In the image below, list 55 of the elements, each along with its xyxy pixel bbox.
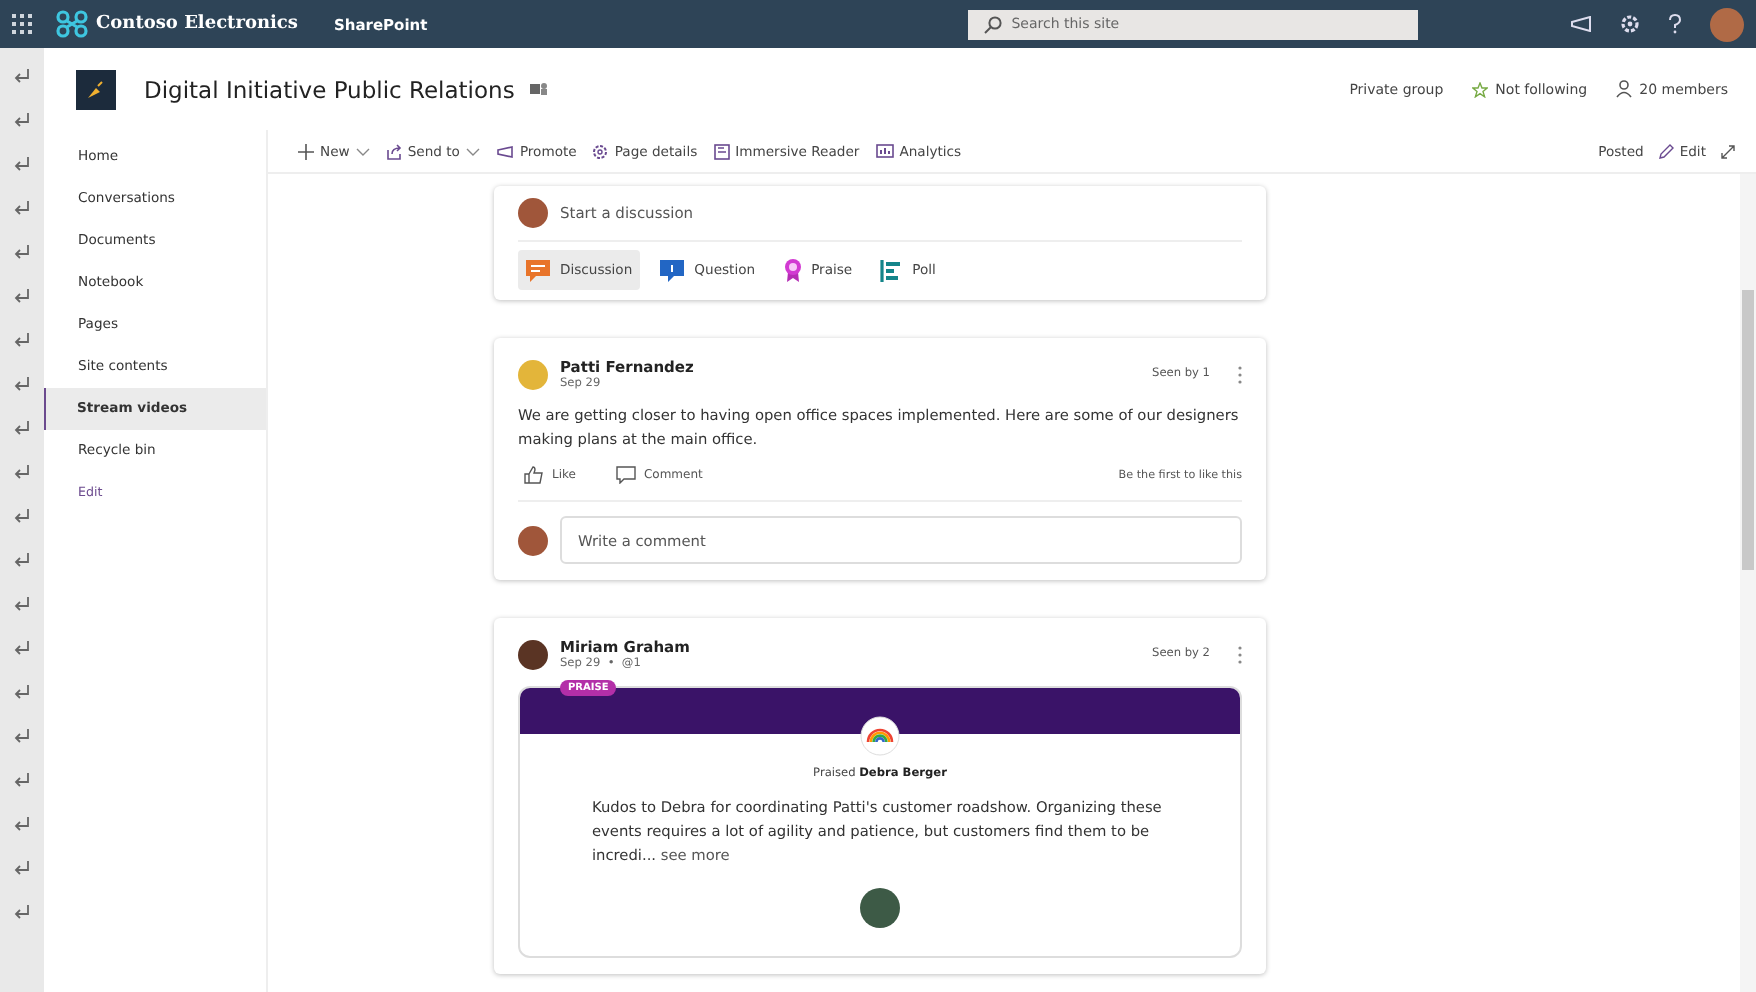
- app-launcher-icon[interactable]: [12, 14, 32, 34]
- return-arrow-icon: [14, 552, 30, 568]
- return-arrow-icon: [14, 596, 30, 612]
- site-logo: [76, 69, 116, 109]
- pencil-icon: [1657, 143, 1674, 159]
- return-arrow-icon: [14, 288, 30, 304]
- expand-icon[interactable]: [1720, 143, 1736, 159]
- return-arrow-icon: [14, 772, 30, 788]
- return-arrow-icon: [14, 816, 30, 832]
- return-arrow-icon: [14, 332, 30, 348]
- teams-icon[interactable]: [530, 82, 549, 96]
- megaphone-icon[interactable]: [1570, 16, 1592, 32]
- return-arrow-icon: [14, 420, 30, 436]
- plus-icon: [298, 143, 314, 159]
- return-arrow-icon: [14, 376, 30, 392]
- thumbs-up-icon: [524, 466, 544, 484]
- chevron-down-icon: [355, 147, 370, 155]
- organization-name[interactable]: Contoso Electronics: [96, 14, 298, 34]
- author-avatar: [518, 639, 548, 669]
- author-avatar: [518, 359, 548, 389]
- megaphone-icon: [495, 145, 514, 157]
- ribbon-icon: [783, 258, 802, 282]
- question-bubble-icon: [660, 259, 685, 281]
- return-arrow-icon: [14, 112, 30, 128]
- return-arrow-icon: [14, 464, 30, 480]
- return-arrow-icon: [14, 684, 30, 700]
- help-icon[interactable]: [1668, 14, 1682, 34]
- rainbow-icon: [860, 716, 900, 756]
- star-icon: [1471, 81, 1488, 97]
- return-arrow-icon: [14, 904, 30, 920]
- logo-icon: [56, 10, 88, 38]
- return-arrow-icon: [14, 200, 30, 216]
- settings-icon: [592, 143, 609, 159]
- settings-icon[interactable]: [1620, 14, 1640, 34]
- poll-icon: [880, 259, 903, 281]
- chart-icon: [875, 144, 894, 158]
- return-arrow-icon: [14, 244, 30, 260]
- return-arrow-icon: [14, 508, 30, 524]
- recipient-avatar: [860, 888, 900, 928]
- share-icon: [385, 143, 402, 159]
- return-arrow-icon: [14, 68, 30, 84]
- return-arrow-icon: [14, 860, 30, 876]
- site-title: Digital Initiative Public Relations: [144, 75, 515, 103]
- comment-icon: [615, 466, 636, 484]
- return-arrow-icon: [14, 640, 30, 656]
- user-avatar[interactable]: [1710, 7, 1744, 41]
- user-avatar: [518, 198, 548, 228]
- person-icon: [1615, 80, 1632, 98]
- return-arrow-icon: [14, 156, 30, 172]
- return-arrow-icon: [14, 728, 30, 744]
- chevron-down-icon: [465, 147, 480, 155]
- user-avatar: [518, 525, 548, 555]
- reader-icon: [713, 143, 730, 159]
- scrollbar[interactable]: [1740, 174, 1756, 992]
- chat-bubble-icon: [526, 259, 550, 281]
